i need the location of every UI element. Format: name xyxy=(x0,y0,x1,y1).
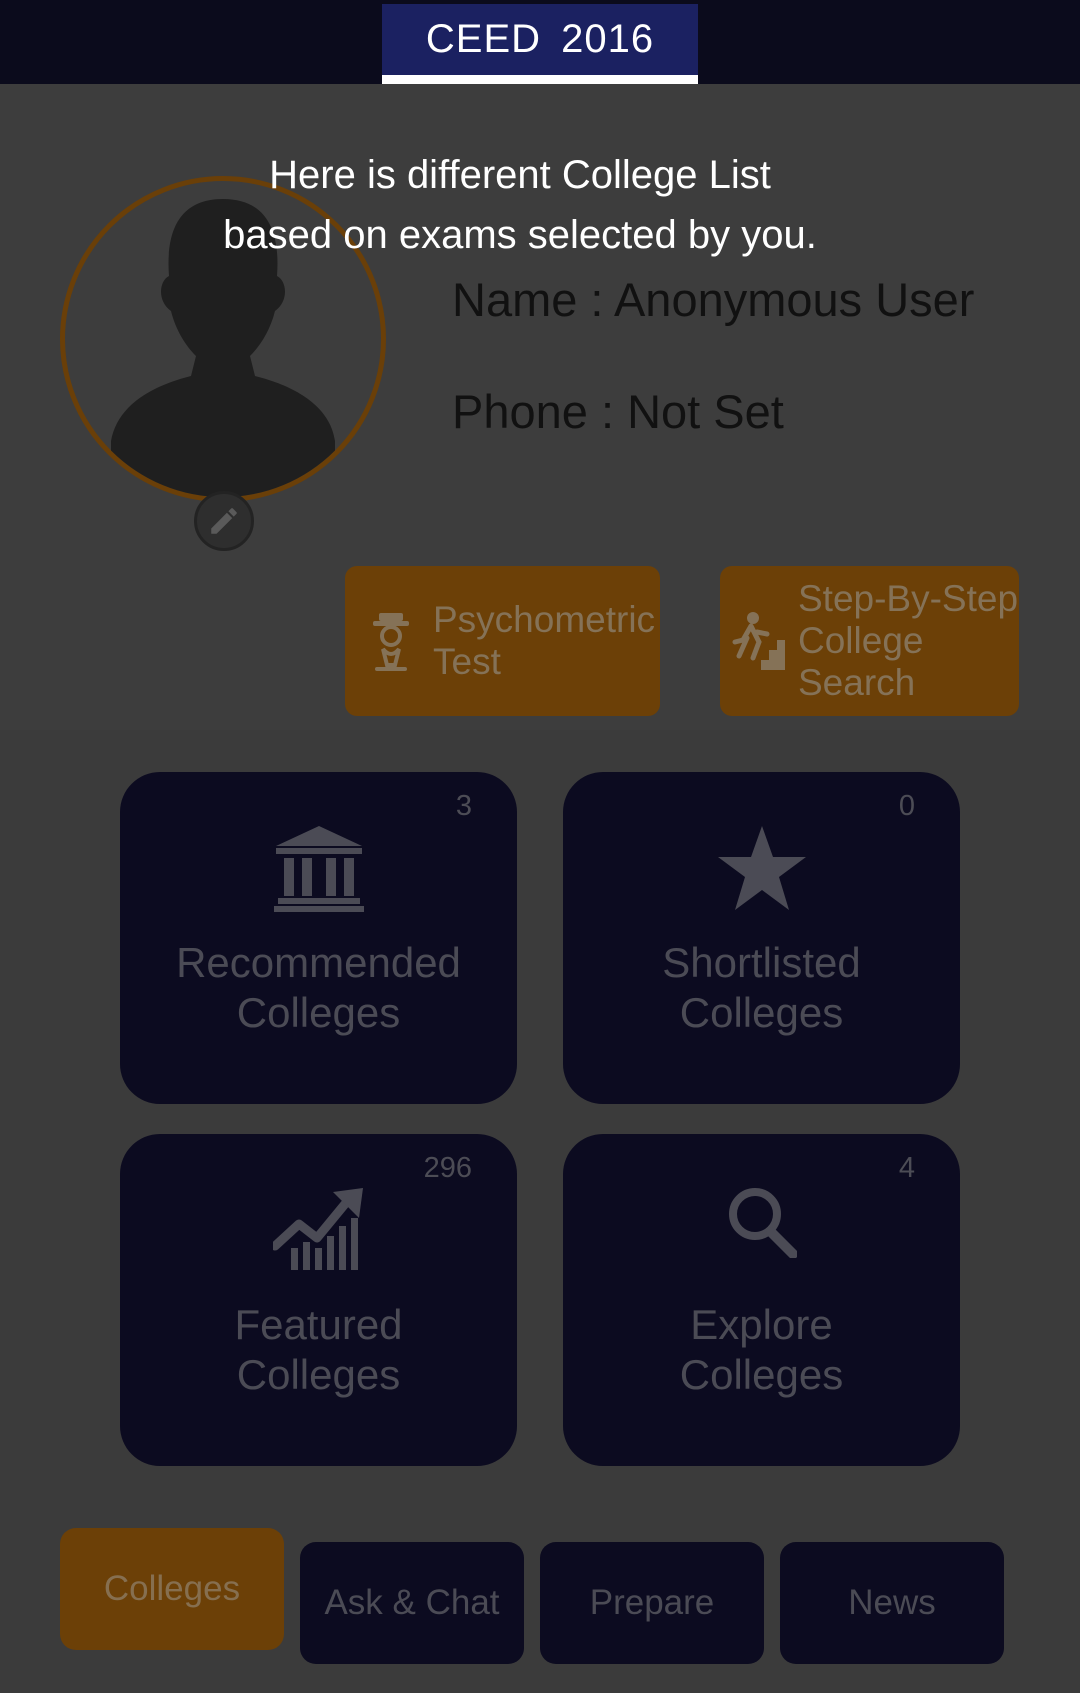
nav-prepare[interactable]: Prepare xyxy=(540,1542,764,1664)
tile-label: Colleges xyxy=(679,989,844,1036)
step-by-step-search-button[interactable]: Step-By-Step College Search xyxy=(720,566,1019,716)
edit-photo-button[interactable] xyxy=(194,491,254,551)
institution-icon xyxy=(273,826,364,912)
psychometric-test-button[interactable]: Psychometric Test xyxy=(345,566,660,716)
profile-name: Name : Anonymous User xyxy=(452,273,975,326)
pencil-icon xyxy=(211,508,237,534)
explore-colleges-tile[interactable]: 4 Explore Colleges xyxy=(563,1134,960,1466)
recommended-colleges-tile[interactable]: 3 Recommended Colleges xyxy=(120,772,517,1104)
nav-ask-chat[interactable]: Ask & Chat xyxy=(300,1542,524,1664)
action-label: Step-By-Step xyxy=(798,578,1019,619)
nav-colleges[interactable]: Colleges xyxy=(60,1528,284,1650)
action-label: Psychometric xyxy=(433,599,656,640)
tile-label: Shortlisted xyxy=(662,939,861,986)
star-icon xyxy=(717,826,806,910)
tile-label: Explore xyxy=(690,1301,833,1348)
tooltip-line: based on exams selected by you. xyxy=(223,213,817,257)
shortlisted-colleges-tile[interactable]: 0 Shortlisted Colleges xyxy=(563,772,960,1104)
tile-label: Recommended xyxy=(176,939,461,986)
trending-chart-icon xyxy=(272,1188,363,1270)
tile-label: Colleges xyxy=(679,1351,844,1398)
person-climbing-stairs-icon xyxy=(726,610,792,672)
search-icon xyxy=(728,1188,797,1258)
person-with-hat-icon xyxy=(355,609,427,673)
featured-colleges-tile[interactable]: 296 Featured Colleges xyxy=(120,1134,517,1466)
nav-news[interactable]: News xyxy=(780,1542,1004,1664)
tile-count: 4 xyxy=(898,1152,915,1184)
tile-label: Colleges xyxy=(236,989,401,1036)
tile-count: 0 xyxy=(898,790,915,822)
tooltip: Here is different College List based on … xyxy=(140,145,900,265)
action-label: College xyxy=(798,620,924,661)
profile-phone: Phone : Not Set xyxy=(452,385,784,438)
tooltip-line: Here is different College List xyxy=(269,153,771,197)
tile-count: 296 xyxy=(423,1152,472,1184)
exam-tab[interactable]: CEED 2016 xyxy=(382,4,698,84)
action-label: Test xyxy=(433,641,501,682)
action-label: Search xyxy=(798,662,916,703)
tile-count: 3 xyxy=(455,790,472,822)
tile-label: Featured xyxy=(234,1301,403,1348)
tile-label: Colleges xyxy=(236,1351,401,1398)
